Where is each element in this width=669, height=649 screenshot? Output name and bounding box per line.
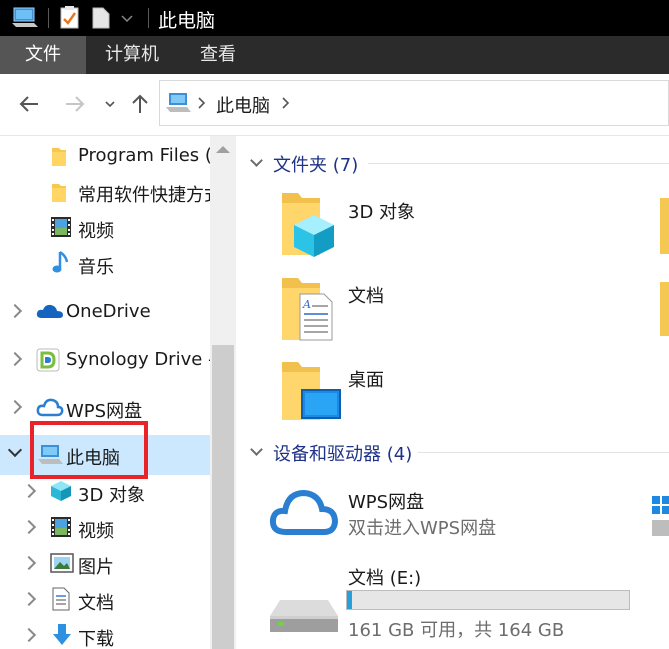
tab-computer[interactable]: 计算机	[88, 36, 176, 74]
tree-item-3d-objects[interactable]: 3D 对象	[0, 472, 210, 512]
tree-item-shortcuts[interactable]: 常用软件快捷方式	[0, 172, 210, 212]
expand-chevron-icon[interactable]	[7, 351, 23, 367]
folder-name: 文档	[348, 286, 384, 307]
tree-item-pictures[interactable]: 图片	[0, 544, 210, 584]
drive-name: WPS网盘	[348, 492, 425, 513]
document-icon	[52, 587, 70, 611]
title-bar: 此电脑	[0, 0, 669, 36]
title-separator	[48, 8, 49, 28]
tree-item-documents[interactable]: 文档	[0, 580, 210, 620]
folder-item-3d-objects[interactable]: 3D 对象	[272, 185, 452, 261]
wps-cloud-icon	[36, 398, 64, 417]
tree-item-program-files[interactable]: Program Files (:	[0, 136, 210, 176]
group-divider	[418, 452, 669, 453]
title-separator	[148, 8, 149, 28]
folder-name: 桌面	[348, 370, 384, 391]
drive-name: 文档 (E:)	[348, 568, 422, 589]
drive-usage-fill	[347, 591, 353, 609]
tree-item-label: 视频	[78, 221, 114, 242]
folder-icon	[52, 184, 66, 202]
synology-icon	[36, 348, 60, 372]
music-icon	[52, 250, 69, 273]
wps-cloud-icon	[269, 489, 339, 535]
back-icon[interactable]	[18, 94, 40, 114]
tree-item-label: 常用软件快捷方式	[78, 185, 210, 206]
computer-icon	[166, 93, 191, 112]
window-title: 此电脑	[158, 10, 216, 32]
expand-chevron-icon[interactable]	[7, 399, 23, 415]
highlight-annotation	[30, 421, 148, 479]
scrollbar-thumb[interactable]	[212, 345, 234, 649]
tree-item-videos-pc[interactable]: 视频	[0, 508, 210, 548]
tree-item-label: 音乐	[78, 257, 114, 278]
folder-icon[interactable]	[660, 276, 669, 336]
up-icon[interactable]	[130, 93, 150, 115]
new-folder-icon[interactable]	[92, 6, 110, 30]
tree-item-label: 视频	[78, 521, 114, 542]
tree-item-onedrive[interactable]: OneDrive	[0, 292, 210, 332]
video-icon	[51, 517, 71, 537]
forward-icon[interactable]	[64, 94, 86, 114]
tree-item-label: Program Files (:	[78, 145, 210, 166]
group-header-drives[interactable]: 设备和驱动器 (4)	[273, 440, 412, 466]
windows-drive-icon[interactable]	[652, 494, 669, 540]
tree-item-videos[interactable]: 视频	[0, 208, 210, 248]
tree-item-label: WPS网盘	[66, 401, 143, 422]
expand-chevron-icon[interactable]	[21, 591, 37, 607]
expand-chevron-icon[interactable]	[21, 483, 37, 499]
tree-item-downloads[interactable]: 下载	[0, 616, 210, 649]
tree-item-label: 图片	[78, 557, 114, 578]
expand-chevron-icon[interactable]	[21, 519, 37, 535]
computer-icon[interactable]	[12, 6, 38, 30]
drive-description: 双击进入WPS网盘	[348, 518, 497, 539]
picture-icon	[50, 553, 74, 573]
video-icon	[51, 217, 71, 237]
folder-icon	[52, 148, 66, 166]
folder-item-documents[interactable]: A 文档	[272, 270, 452, 346]
collapse-chevron-icon[interactable]	[7, 442, 23, 458]
tree-item-music[interactable]: 音乐	[0, 244, 210, 284]
tree-item-label: 下载	[78, 629, 114, 649]
tree-item-synology-drive[interactable]: Synology Drive -	[0, 340, 210, 380]
tree-item-label: 文档	[78, 593, 114, 614]
folder-item-desktop[interactable]: 桌面	[272, 354, 452, 430]
3d-cube-icon	[51, 481, 71, 501]
svg-text:A: A	[302, 298, 311, 311]
ribbon: 文件 计算机 查看	[0, 36, 669, 74]
drive-item-wps-cloud[interactable]: WPS网盘 双击进入WPS网盘	[266, 478, 566, 548]
group-divider	[368, 163, 669, 164]
tab-file[interactable]: 文件	[0, 36, 86, 74]
customize-toolbar-icon[interactable]	[120, 12, 134, 24]
desktop-folder-icon	[282, 362, 341, 420]
download-icon	[53, 624, 71, 645]
documents-folder-icon: A	[282, 278, 333, 341]
drive-usage-bar	[346, 590, 630, 610]
breadcrumb-chevron-icon[interactable]	[280, 97, 290, 109]
tree-item-label: OneDrive	[66, 301, 151, 322]
hard-drive-icon	[270, 600, 338, 632]
3d-folder-icon	[282, 193, 334, 257]
tree-item-label: Synology Drive -	[66, 349, 210, 370]
scroll-up-icon[interactable]	[216, 146, 230, 153]
expand-chevron-icon[interactable]	[7, 303, 23, 319]
breadcrumb-this-pc[interactable]: 此电脑	[216, 92, 270, 118]
cloud-icon	[36, 304, 63, 318]
folder-icon[interactable]	[660, 190, 669, 254]
expand-chevron-icon[interactable]	[21, 555, 37, 571]
tab-view[interactable]: 查看	[182, 36, 254, 74]
properties-icon[interactable]	[60, 6, 80, 30]
expand-chevron-icon[interactable]	[21, 627, 37, 643]
drive-space-text: 161 GB 可用，共 164 GB	[348, 620, 565, 641]
breadcrumb-chevron-icon[interactable]	[196, 97, 206, 109]
folder-name: 3D 对象	[348, 202, 416, 223]
tree-item-label: 3D 对象	[78, 485, 146, 506]
recent-locations-icon[interactable]	[104, 99, 116, 109]
group-header-folders[interactable]: 文件夹 (7)	[273, 151, 358, 177]
